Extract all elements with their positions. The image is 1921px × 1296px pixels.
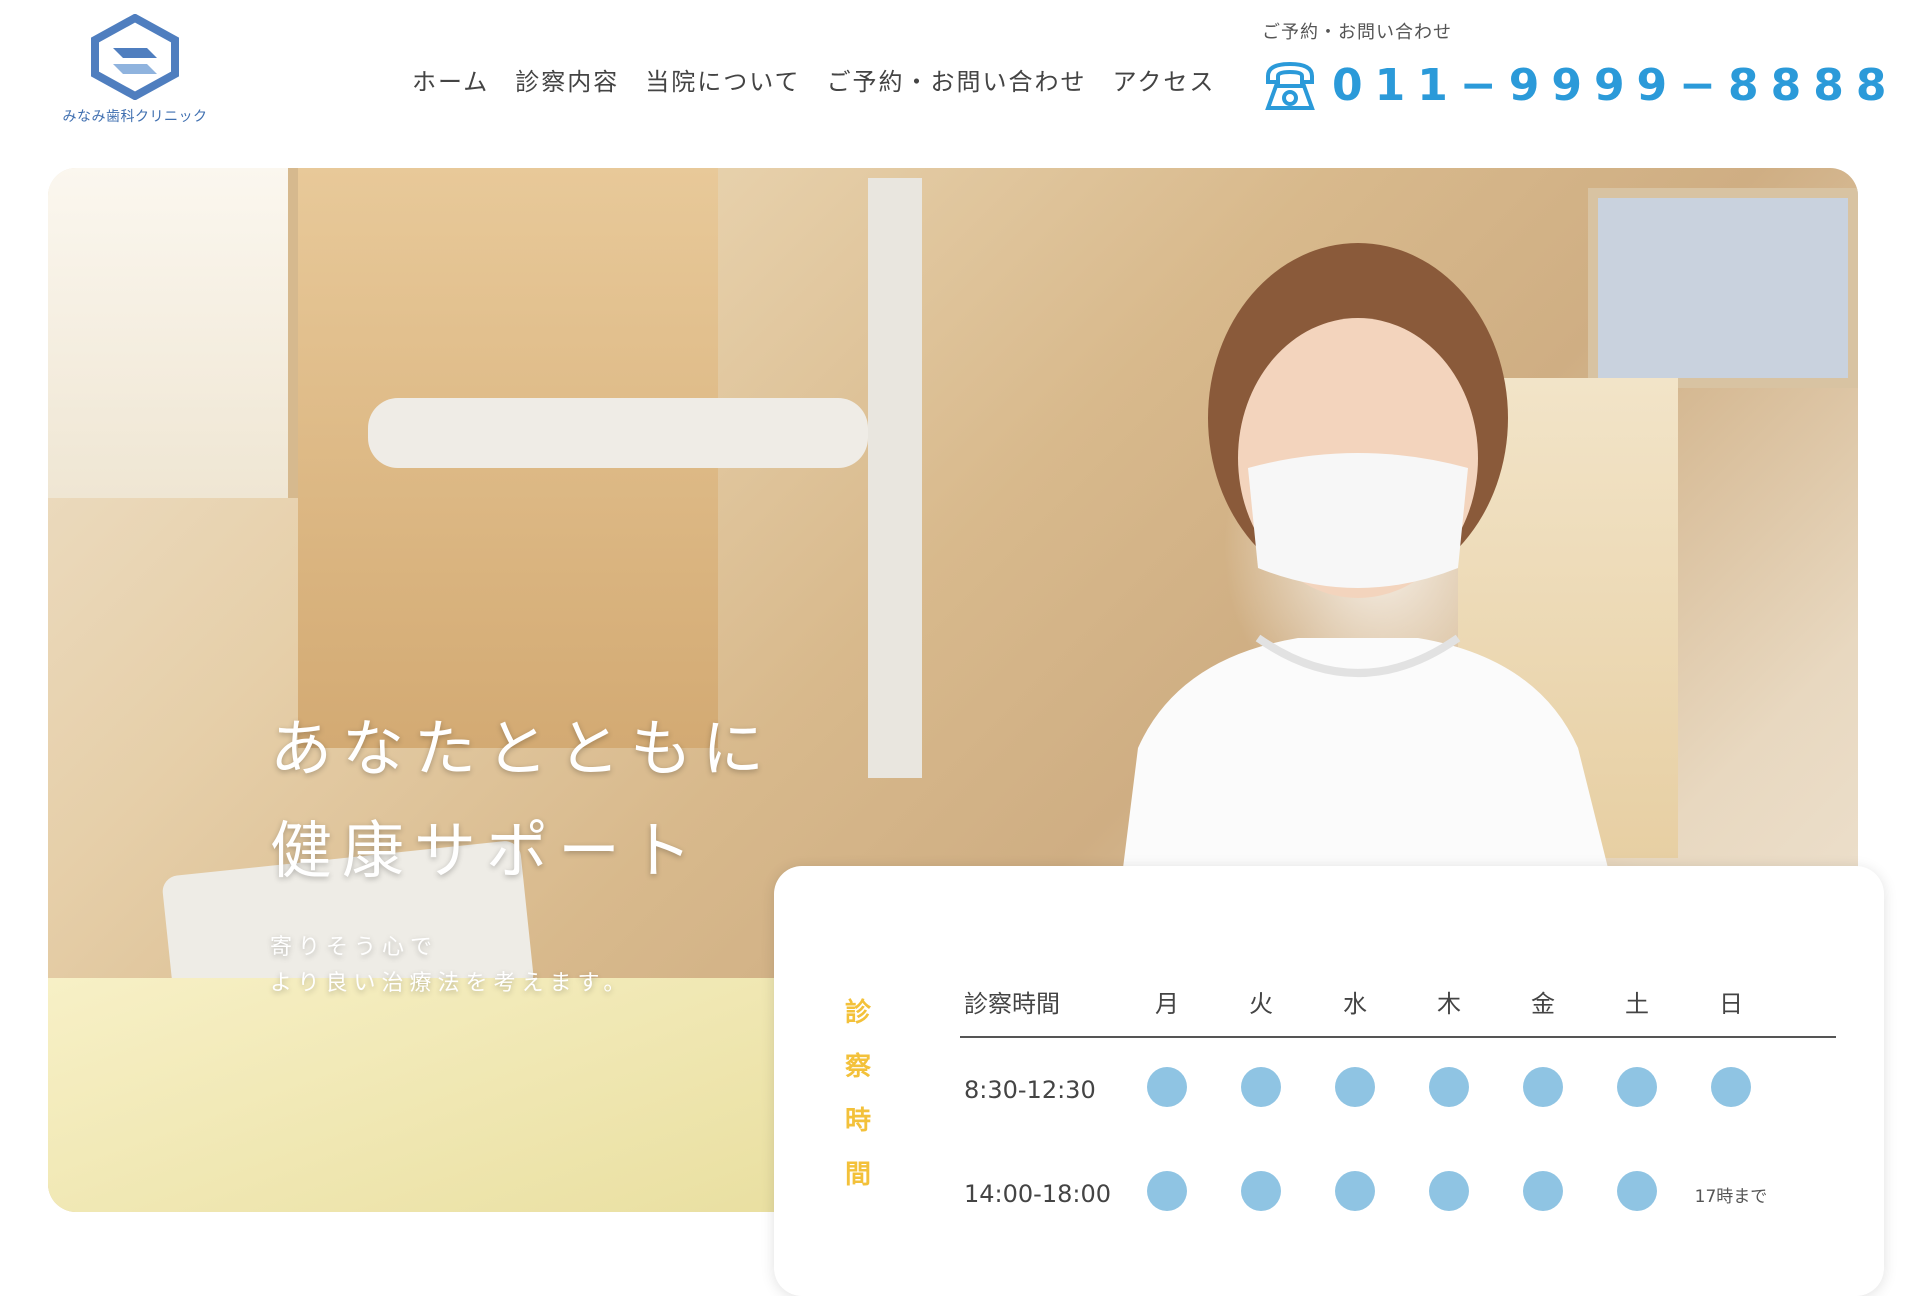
- nav-contact[interactable]: ご予約・お問い合わせ: [827, 62, 1087, 97]
- row-time-afternoon: 14:00-18:00: [964, 1180, 1111, 1208]
- header-day-sat: 土: [1625, 989, 1649, 1018]
- open-dot-icon: [1147, 1067, 1187, 1107]
- hero-title: あなたとともに 健康サポート: [270, 698, 774, 902]
- nav-home[interactable]: ホーム: [412, 62, 489, 97]
- office-hours-table: 診察時間 月 火 水 木 金 土 日 8:30-12:30 14:00-18:0…: [960, 966, 1836, 1246]
- day-cell: [1496, 1067, 1590, 1113]
- header-day-tue: 火: [1249, 989, 1273, 1018]
- hero-subtitle-line2: より良い治療法を考えます。: [270, 971, 632, 996]
- header-time: 診察時間: [964, 989, 1060, 1018]
- day-cell: [1684, 1067, 1778, 1113]
- open-dot-icon: [1617, 1171, 1657, 1211]
- vertical-char: 察: [844, 1052, 871, 1082]
- hero-title-line2: 健康サポート: [270, 814, 703, 887]
- open-dot-icon: [1523, 1171, 1563, 1211]
- header-day-thu: 木: [1437, 989, 1461, 1018]
- open-dot-icon: [1429, 1171, 1469, 1211]
- hero-subtitle: 寄りそう心で より良い治療法を考えます。: [270, 930, 774, 1002]
- table-row: 14:00-18:00 17時まで: [960, 1142, 1836, 1246]
- open-dot-icon: [1241, 1171, 1281, 1211]
- open-dot-icon: [1241, 1067, 1281, 1107]
- header-day-wed: 水: [1343, 989, 1367, 1018]
- day-cell: [1496, 1171, 1590, 1217]
- table-header-row: 診察時間 月 火 水 木 金 土 日: [960, 966, 1836, 1038]
- hero-title-line1: あなたとともに: [270, 712, 775, 785]
- vertical-char: 診: [844, 998, 871, 1028]
- clinic-logo[interactable]: みなみ歯科クリニック: [50, 14, 220, 134]
- open-dot-icon: [1429, 1067, 1469, 1107]
- header-day-fri: 金: [1531, 989, 1555, 1018]
- office-hours-vertical-label: 診 察 時 間: [840, 986, 876, 1202]
- hero-patient-bib: [48, 978, 808, 1212]
- day-cell: [1120, 1067, 1214, 1113]
- day-cell: [1120, 1171, 1214, 1217]
- logo-mark-icon: [91, 14, 179, 100]
- hero-subtitle-line1: 寄りそう心で: [270, 935, 439, 960]
- telephone-icon: [1265, 61, 1315, 110]
- day-cell: [1214, 1171, 1308, 1217]
- hero-window: [48, 168, 298, 498]
- vertical-char: 間: [844, 1160, 871, 1190]
- open-dot-icon: [1523, 1067, 1563, 1107]
- table-row: 8:30-12:30: [960, 1038, 1836, 1142]
- day-cell: [1214, 1067, 1308, 1113]
- open-dot-icon: [1335, 1171, 1375, 1211]
- vertical-char: 時: [844, 1106, 871, 1136]
- office-hours-card: 診 察 時 間 診察時間 月 火 水 木 金 土 日 8:30-12:30 14…: [774, 866, 1884, 1296]
- day-cell: [1402, 1067, 1496, 1113]
- day-cell: [1308, 1171, 1402, 1217]
- sunday-note: 17時まで: [1694, 1187, 1768, 1207]
- hero-text: あなたとともに 健康サポート 寄りそう心で より良い治療法を考えます。: [270, 698, 774, 1002]
- day-cell: [1590, 1067, 1684, 1113]
- hero-pole: [868, 178, 922, 778]
- open-dot-icon: [1147, 1171, 1187, 1211]
- phone-row[interactable]: 011−9999−8888: [1262, 58, 1902, 112]
- contact-block: ご予約・お問い合わせ 011−9999−8888: [1262, 18, 1902, 112]
- hero-lamp-arm: [368, 398, 868, 468]
- contact-label: ご予約・お問い合わせ: [1262, 22, 1452, 43]
- phone-number[interactable]: 011−9999−8888: [1332, 60, 1899, 111]
- header-day-mon: 月: [1155, 989, 1179, 1018]
- header-day-sun: 日: [1719, 989, 1743, 1018]
- open-dot-icon: [1335, 1067, 1375, 1107]
- day-cell: [1590, 1171, 1684, 1217]
- clinic-name: みなみ歯科クリニック: [62, 109, 208, 125]
- row-time-morning: 8:30-12:30: [964, 1076, 1096, 1104]
- nav-about[interactable]: 当院について: [645, 62, 800, 97]
- day-cell: [1402, 1171, 1496, 1217]
- day-cell: [1308, 1067, 1402, 1113]
- open-dot-icon: [1711, 1067, 1751, 1107]
- nav-services[interactable]: 診察内容: [515, 62, 619, 97]
- open-dot-icon: [1617, 1067, 1657, 1107]
- main-nav: ホーム 診察内容 当院について ご予約・お問い合わせ アクセス: [412, 62, 1241, 97]
- nav-access[interactable]: アクセス: [1113, 62, 1216, 97]
- day-cell: 17時まで: [1684, 1180, 1778, 1208]
